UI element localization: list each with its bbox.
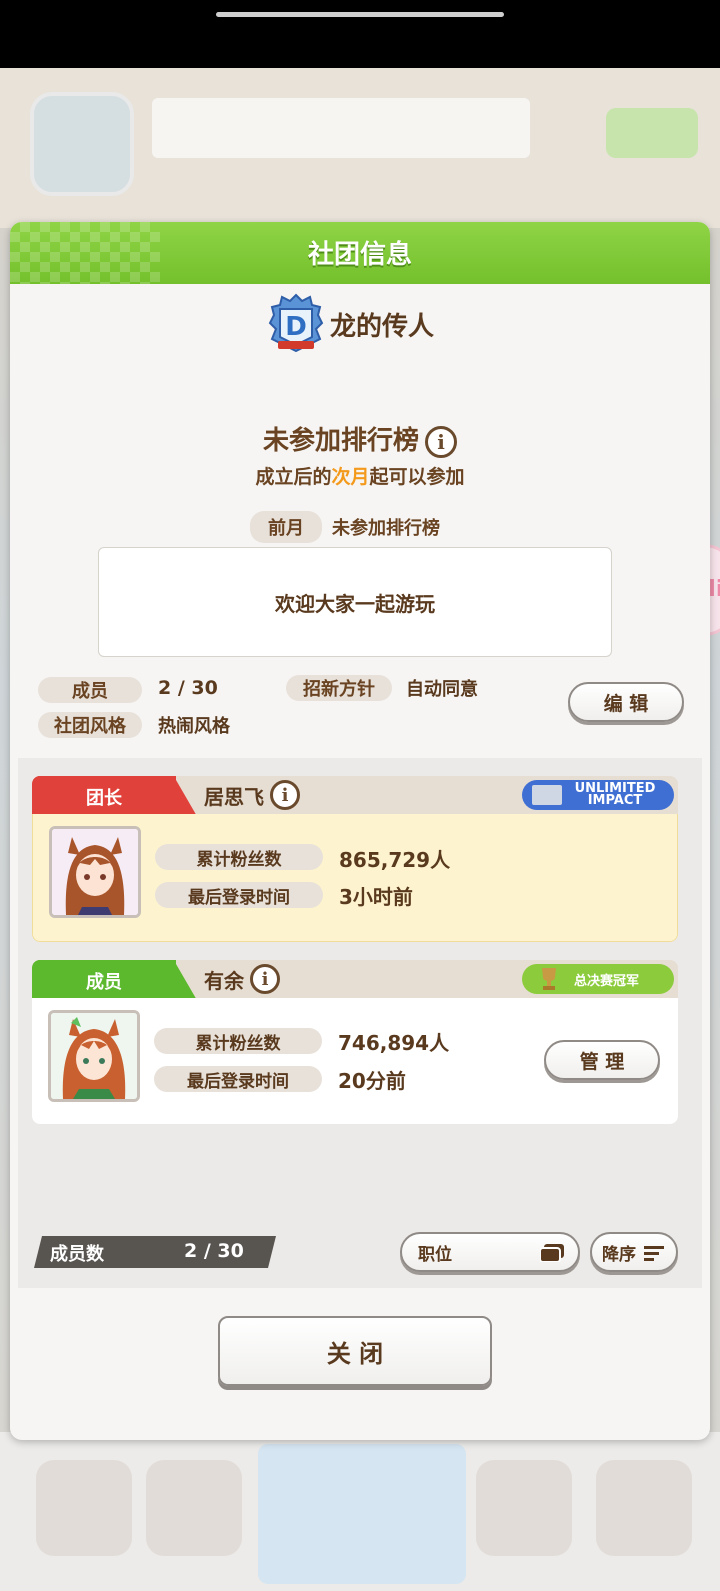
unlimited-impact-badge: UNLIMITED IMPACT <box>522 780 674 810</box>
trainer-avatar <box>49 826 141 918</box>
club-emblem-icon: D <box>268 293 324 355</box>
status-bar <box>0 0 720 68</box>
previous-month-value: 未参加排行榜 <box>332 518 440 539</box>
last-login-label: 最后登录时间 <box>154 1066 322 1092</box>
club-style-label: 社团风格 <box>38 712 142 738</box>
info-icon[interactable]: i <box>425 425 457 458</box>
final-champion-badge: 总决赛冠军 <box>522 964 674 994</box>
manage-button[interactable]: 管 理 <box>544 1040 660 1080</box>
edit-button[interactable]: 编 辑 <box>568 682 684 722</box>
sort-field-button[interactable]: 职位 <box>400 1232 580 1272</box>
background-button <box>606 108 698 158</box>
club-info-dialog: 社团信息 D 龙的传人 未参加排行榜 i 成立后的次月起可以参加 前月 未参加排行… <box>10 222 710 1440</box>
club-style-value: 热闹风格 <box>158 716 230 737</box>
member-avatar <box>48 1010 140 1102</box>
dialog-header: 社团信息 <box>10 222 710 284</box>
fans-value: 865,729人 <box>339 848 451 872</box>
previous-month-label: 前月 <box>250 511 322 543</box>
member-list: 团长 居思飞 i UNLIMITED IMPACT 累计粉丝数 865,729人… <box>18 758 702 1288</box>
background-name-box <box>152 98 530 158</box>
previous-month-row: 前月 未参加排行榜 <box>250 511 440 543</box>
ranking-status: 未参加排行榜 i <box>10 420 710 458</box>
info-icon[interactable]: i <box>250 964 280 994</box>
role-tag-member: 成员 <box>32 960 198 1002</box>
member-card-leader[interactable]: 团长 居思飞 i UNLIMITED IMPACT 累计粉丝数 865,729人… <box>32 776 678 942</box>
fans-label: 累计粉丝数 <box>154 1028 322 1054</box>
trophy-icon <box>542 968 556 990</box>
role-tag-leader: 团长 <box>32 776 198 818</box>
recruit-policy-value: 自动同意 <box>406 679 478 700</box>
member-name: 居思飞 i <box>204 780 300 810</box>
last-login-value: 20分前 <box>338 1069 406 1093</box>
home-indicator <box>216 12 504 17</box>
dialog-title: 社团信息 <box>307 240 412 270</box>
list-view-icon <box>540 1244 564 1262</box>
fans-label: 累计粉丝数 <box>155 844 323 870</box>
svg-text:D: D <box>285 312 307 342</box>
last-login-value: 3小时前 <box>339 885 413 909</box>
welcome-message-box: 欢迎大家一起游玩 <box>98 547 612 657</box>
members-label: 成员 <box>38 677 142 703</box>
background-footer <box>0 1432 720 1591</box>
member-card[interactable]: 成员 有余 i 总决赛冠军 累计粉丝数 746,894人 最后登录时间 20分前… <box>32 960 678 1124</box>
member-name: 有余 i <box>204 964 280 994</box>
close-button[interactable]: 关 闭 <box>218 1316 492 1386</box>
fans-value: 746,894人 <box>338 1031 450 1055</box>
last-login-label: 最后登录时间 <box>155 882 323 908</box>
members-value: 2 / 30 <box>158 677 218 699</box>
recruit-policy-label: 招新方针 <box>286 675 392 701</box>
member-count-bar: 成员数 2 / 30 <box>34 1236 276 1268</box>
club-name: 龙的传人 <box>330 311 435 342</box>
background-emblem <box>30 92 134 196</box>
sort-order-button[interactable]: 降序 <box>590 1232 678 1272</box>
sort-lines-icon <box>644 1246 664 1261</box>
club-name-row: D 龙的传人 <box>268 292 434 356</box>
info-icon[interactable]: i <box>270 780 300 810</box>
ranking-note: 成立后的次月起可以参加 <box>255 466 465 488</box>
